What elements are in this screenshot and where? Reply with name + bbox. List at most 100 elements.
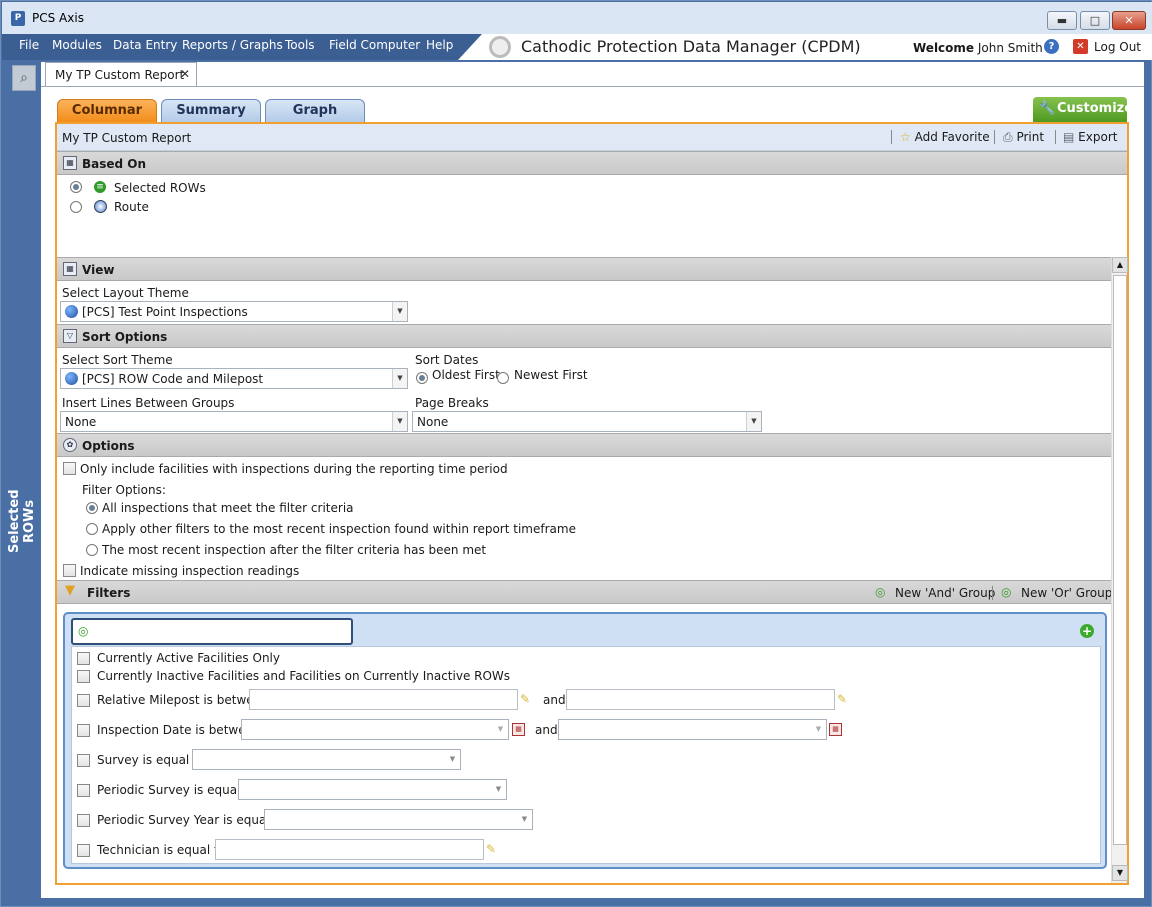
filter-list: Currently Active Facilities Only Current…	[71, 646, 1101, 864]
filter-inactive-checkbox[interactable]	[77, 670, 90, 683]
help-icon[interactable]: ?	[1044, 39, 1059, 54]
chevron-down-icon: ▼	[811, 720, 826, 739]
document-tab[interactable]: My TP Custom Report ✕	[45, 62, 197, 86]
pencil-icon[interactable]: ✎	[486, 842, 500, 856]
filters-title: Filters	[87, 586, 131, 600]
periodic-survey-select[interactable]: ▼	[238, 779, 507, 800]
periodic-year-select[interactable]: ▼	[264, 809, 533, 830]
filters-header: ▼ Filters ◎ New 'And' Group ◎ New 'Or' G…	[57, 580, 1112, 604]
filter-technician-checkbox[interactable]	[77, 844, 90, 857]
date-to-input[interactable]: ▼	[558, 719, 827, 740]
scroll-thumb[interactable]	[1113, 275, 1127, 845]
menu-tools[interactable]: Tools	[285, 38, 315, 52]
logout-icon[interactable]: ✕	[1073, 39, 1088, 54]
maximize-button[interactable]: □	[1080, 11, 1110, 30]
layout-theme-select[interactable]: [PCS] Test Point Inspections ▼	[60, 301, 408, 322]
calendar-icon[interactable]: ▦	[829, 723, 842, 736]
most-recent-label: The most recent inspection after the fil…	[102, 543, 487, 557]
toolbar-separator	[1055, 130, 1056, 144]
filter-active-checkbox[interactable]	[77, 652, 90, 665]
route-label: Route	[114, 200, 149, 214]
newest-first-label: Newest First	[514, 368, 588, 382]
date-from-input[interactable]: ▼	[241, 719, 509, 740]
filter-periodic-survey-checkbox[interactable]	[77, 784, 90, 797]
filter-periodic-year-checkbox[interactable]	[77, 814, 90, 827]
tab-graph[interactable]: Graph	[265, 99, 365, 122]
chevron-down-icon: ▼	[392, 412, 407, 431]
group-name-input[interactable]: ◎	[71, 618, 353, 645]
add-favorite-button[interactable]: ☆ Add Favorite	[900, 130, 990, 144]
page-breaks-value: None	[417, 415, 449, 429]
indicate-missing-checkbox[interactable]	[63, 564, 76, 577]
filter-survey-checkbox[interactable]	[77, 754, 90, 767]
insert-lines-select[interactable]: None ▼	[60, 411, 408, 432]
customize-label: Customize	[1057, 101, 1134, 116]
page-breaks-select[interactable]: None ▼	[412, 411, 762, 432]
pencil-icon[interactable]: ✎	[520, 692, 534, 706]
search-icon[interactable]: ⌕	[12, 65, 36, 91]
main-area: My TP Custom Report ✕ Columnar Summary G…	[41, 62, 1144, 898]
minimize-button[interactable]: ▬	[1047, 11, 1077, 30]
menu-reports-graphs[interactable]: Reports / Graphs	[182, 38, 283, 52]
radio-newest-first[interactable]	[497, 372, 509, 384]
technician-input[interactable]	[215, 839, 484, 860]
sort-theme-select[interactable]: [PCS] ROW Code and Milepost ▼	[60, 368, 408, 389]
filter-milepost-label: Relative Milepost is between	[97, 693, 269, 707]
selected-rows-label: Selected ROWs	[114, 181, 206, 195]
sidebar-selected-rows[interactable]: Selected ROWs	[7, 471, 43, 571]
export-button[interactable]: ▤ Export	[1063, 130, 1117, 144]
calendar-icon[interactable]: ▦	[512, 723, 525, 736]
print-button[interactable]: ⎙ Print	[1003, 130, 1044, 145]
milepost-from-input[interactable]	[249, 689, 518, 710]
radio-most-recent[interactable]	[86, 544, 98, 556]
survey-select[interactable]: ▼	[192, 749, 461, 770]
filter-date-checkbox[interactable]	[77, 724, 90, 737]
vertical-scrollbar[interactable]: ▲ ▼	[1111, 257, 1128, 883]
radio-apply-other-filters[interactable]	[86, 523, 98, 535]
tab-columnar[interactable]: Columnar	[57, 99, 157, 122]
radio-all-inspections[interactable]	[86, 502, 98, 514]
title-bar: P PCS Axis ▬ □ ✕	[2, 2, 1152, 34]
radio-oldest-first[interactable]	[416, 372, 428, 384]
app-window: P PCS Axis ▬ □ ✕ File Modules Data Entry…	[0, 0, 1152, 907]
new-or-group-button[interactable]: New 'Or' Group	[1021, 586, 1112, 600]
filter-milepost-checkbox[interactable]	[77, 694, 90, 707]
radio-selected-rows[interactable]	[70, 181, 82, 193]
close-button[interactable]: ✕	[1112, 11, 1146, 30]
scroll-down-icon[interactable]: ▼	[1112, 865, 1128, 881]
menu-field-computer[interactable]: Field Computer	[329, 38, 420, 52]
toolbar-separator	[891, 130, 892, 144]
radio-route[interactable]	[70, 201, 82, 213]
tab-summary[interactable]: Summary	[161, 99, 261, 122]
menu-modules[interactable]: Modules	[52, 38, 102, 52]
and-label: and	[535, 723, 558, 737]
menu-bar: File Modules Data Entry Reports / Graphs…	[2, 34, 1152, 60]
only-include-checkbox[interactable]	[63, 462, 76, 475]
scroll-up-icon[interactable]: ▲	[1112, 257, 1128, 273]
report-panel: My TP Custom Report ☆ Add Favorite ⎙ Pri…	[55, 122, 1129, 885]
pencil-icon[interactable]: ✎	[837, 692, 851, 706]
and-group-icon: ◎	[875, 585, 886, 599]
add-filter-icon[interactable]: +	[1080, 624, 1094, 638]
view-header: ▦ View	[57, 257, 1111, 281]
close-tab-icon[interactable]: ✕	[180, 67, 190, 81]
window-title: PCS Axis	[32, 11, 84, 25]
customize-button[interactable]: 🔧 Customize	[1033, 97, 1133, 122]
milepost-to-input[interactable]	[566, 689, 835, 710]
chevron-down-icon: ▼	[746, 412, 761, 431]
sort-options-header: ▽ Sort Options	[57, 324, 1111, 348]
chevron-down-icon: ▼	[445, 750, 460, 769]
star-icon: ☆	[900, 130, 911, 144]
logout-link[interactable]: Log Out	[1094, 40, 1141, 54]
page-breaks-label: Page Breaks	[415, 396, 489, 410]
and-label: and	[543, 693, 566, 707]
menu-help[interactable]: Help	[426, 38, 453, 52]
menu-file[interactable]: File	[19, 38, 39, 52]
indicate-missing-label: Indicate missing inspection readings	[80, 564, 300, 578]
document-tab-label: My TP Custom Report	[55, 68, 185, 82]
new-and-group-button[interactable]: New 'And' Group	[895, 586, 995, 600]
menu-data-entry[interactable]: Data Entry	[113, 38, 177, 52]
app-name: Cathodic Protection Data Manager (CPDM)	[521, 37, 861, 56]
gear-icon: ✿	[63, 438, 77, 452]
chevron-down-icon: ▼	[392, 369, 407, 388]
